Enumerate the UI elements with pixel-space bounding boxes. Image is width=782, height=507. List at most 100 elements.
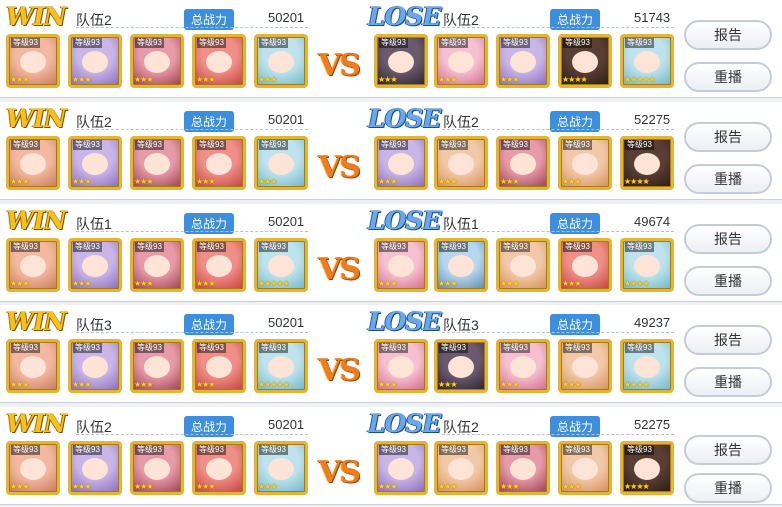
unit-level: 等级93 [439, 445, 468, 455]
unit-card[interactable]: 等级93 ★★★ [68, 34, 122, 88]
unit-card[interactable]: 等级93 ★★★★ [620, 238, 674, 292]
unit-card[interactable]: 等级93 ★★★ [434, 441, 488, 495]
vs-label: VS [318, 150, 361, 185]
unit-card[interactable]: 等级93 ★★★ [434, 136, 488, 190]
report-button[interactable]: 报告 [684, 325, 772, 355]
unit-portrait [572, 356, 598, 379]
unit-card[interactable]: 等级93 ★★★ [374, 34, 428, 88]
unit-card[interactable]: 等级93 ★★★ [496, 339, 550, 393]
unit-card[interactable]: 等级93 ★★★ [434, 238, 488, 292]
report-button[interactable]: 报告 [684, 224, 772, 254]
lose-label: LOSE [368, 2, 441, 31]
unit-card[interactable]: 等级93 ★★★ [192, 441, 246, 495]
unit-stars: ★★★ [258, 482, 277, 491]
vs-label: VS [318, 353, 361, 388]
unit-card[interactable]: 等级93 ★★★ [374, 238, 428, 292]
unit-card[interactable]: 等级93 ★★★ [434, 34, 488, 88]
replay-button[interactable]: 重播 [684, 367, 772, 397]
replay-button[interactable]: 重播 [684, 164, 772, 194]
unit-card[interactable]: 等级93 ★★★ [68, 441, 122, 495]
unit-card[interactable]: 等级93 ★★★ [374, 339, 428, 393]
unit-card[interactable]: 等级93 ★★★★ [620, 441, 674, 495]
unit-card[interactable]: 等级93 ★★★ [254, 441, 308, 495]
unit-stars: ★★★ [438, 177, 457, 186]
vs-label: VS [318, 252, 361, 287]
unit-portrait [268, 356, 294, 379]
unit-portrait [20, 356, 46, 379]
unit-card[interactable]: 等级93 ★★★ [68, 339, 122, 393]
unit-card[interactable]: 等级93 ★★★ [6, 238, 60, 292]
enemy-team: LOSE 队伍1 总战力 49674 等级93 ★★★ 等级93 ★★★ 等级93 ★★★ 等级93… [366, 204, 686, 302]
replay-button[interactable]: 重播 [684, 62, 772, 92]
unit-level: 等级93 [379, 445, 408, 455]
report-button[interactable]: 报告 [684, 122, 772, 152]
vs-label: VS [318, 455, 361, 490]
unit-card[interactable]: 等级93 ★★★ [254, 136, 308, 190]
unit-card[interactable]: 等级93 ★★★ [496, 441, 550, 495]
win-label: WIN [6, 2, 67, 31]
unit-portrait [634, 153, 660, 176]
unit-card[interactable]: 等级93 ★★★ [496, 238, 550, 292]
unit-portrait [82, 51, 108, 74]
unit-stars: ★★★ [258, 177, 277, 186]
unit-portrait [448, 458, 474, 481]
unit-card[interactable]: 等级93 ★★★ [6, 339, 60, 393]
unit-stars: ★★★ [10, 177, 29, 186]
unit-card[interactable]: 等级93 ★★★★ [558, 34, 612, 88]
unit-level: 等级93 [259, 343, 288, 353]
unit-portrait [206, 356, 232, 379]
unit-level: 等级93 [563, 445, 592, 455]
unit-card[interactable]: 等级93 ★★★ [68, 136, 122, 190]
unit-card[interactable]: 等级93 ★★★ [130, 339, 184, 393]
unit-card[interactable]: 等级93 ★★★ [192, 238, 246, 292]
divider [76, 434, 308, 435]
win-label: WIN [6, 307, 67, 336]
unit-stars: ★★★★★ [258, 279, 290, 288]
unit-card[interactable]: 等级93 ★★★★★ [254, 339, 308, 393]
unit-card[interactable]: 等级93 ★★★★ [620, 136, 674, 190]
unit-level: 等级93 [379, 140, 408, 150]
unit-card[interactable]: 等级93 ★★★ [6, 136, 60, 190]
unit-card[interactable]: 等级93 ★★★ [192, 136, 246, 190]
unit-card[interactable]: 等级93 ★★★ [192, 34, 246, 88]
unit-portrait [82, 458, 108, 481]
unit-stars: ★★★ [562, 177, 581, 186]
unit-card[interactable]: 等级93 ★★★★★ [620, 34, 674, 88]
replay-button[interactable]: 重播 [684, 473, 772, 503]
unit-card[interactable]: 等级93 ★★★ [254, 34, 308, 88]
unit-card[interactable]: 等级93 ★★★ [374, 441, 428, 495]
unit-stars: ★★★ [438, 75, 457, 84]
unit-card[interactable]: 等级93 ★★★ [558, 136, 612, 190]
unit-card[interactable]: 等级93 ★★★★ [620, 339, 674, 393]
unit-card[interactable]: 等级93 ★★★ [130, 34, 184, 88]
report-button[interactable]: 报告 [684, 435, 772, 465]
unit-card[interactable]: 等级93 ★★★ [6, 34, 60, 88]
replay-button[interactable]: 重播 [684, 266, 772, 296]
unit-card[interactable]: 等级93 ★★★ [558, 339, 612, 393]
unit-card[interactable]: 等级93 ★★★ [434, 339, 488, 393]
unit-level: 等级93 [439, 343, 468, 353]
unit-card[interactable]: 等级93 ★★★ [68, 238, 122, 292]
unit-card[interactable]: 等级93 ★★★ [558, 238, 612, 292]
unit-stars: ★★★ [134, 279, 153, 288]
unit-stars: ★★★ [378, 380, 397, 389]
unit-card[interactable]: 等级93 ★★★★★ [254, 238, 308, 292]
unit-portrait [572, 51, 598, 74]
unit-portrait [82, 153, 108, 176]
unit-stars: ★★★ [72, 380, 91, 389]
report-button[interactable]: 报告 [684, 20, 772, 50]
unit-card[interactable]: 等级93 ★★★ [496, 34, 550, 88]
unit-card[interactable]: 等级93 ★★★ [374, 136, 428, 190]
unit-card[interactable]: 等级93 ★★★ [130, 441, 184, 495]
unit-card[interactable]: 等级93 ★★★ [130, 238, 184, 292]
divider [442, 434, 674, 435]
unit-card[interactable]: 等级93 ★★★ [496, 136, 550, 190]
unit-card[interactable]: 等级93 ★★★ [558, 441, 612, 495]
own-team: WIN 队伍2 总战力 50201 等级93 ★★★ 等级93 ★★★ 等级93 ★★★ 等级93 ★… [0, 407, 320, 505]
unit-level: 等级93 [197, 343, 226, 353]
unit-card[interactable]: 等级93 ★★★ [130, 136, 184, 190]
unit-stars: ★★★ [438, 380, 457, 389]
unit-card[interactable]: 等级93 ★★★ [192, 339, 246, 393]
lose-label: LOSE [368, 206, 441, 235]
unit-card[interactable]: 等级93 ★★★ [6, 441, 60, 495]
